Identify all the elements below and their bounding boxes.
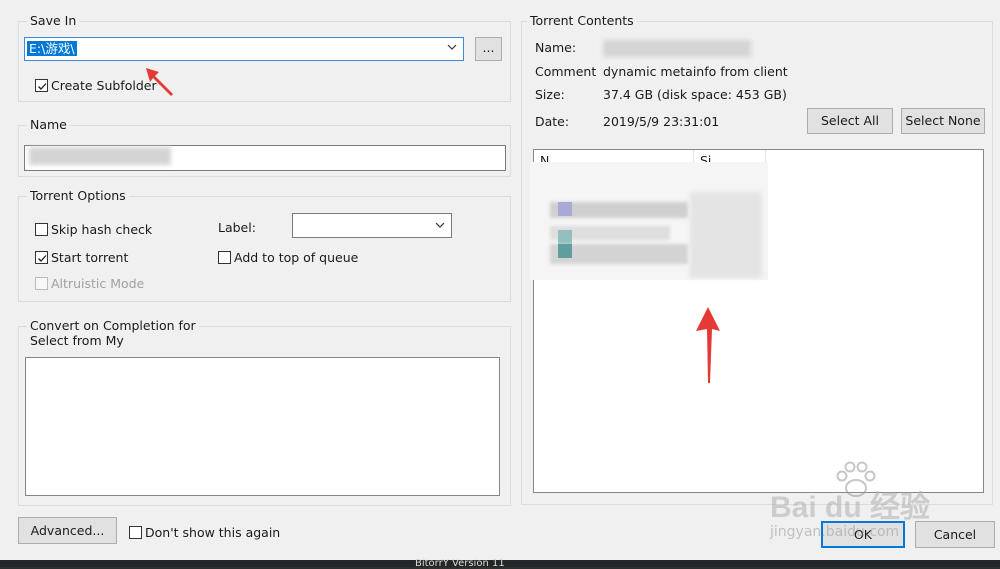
torrent-options-legend: Torrent Options xyxy=(27,189,129,203)
advanced-button[interactable]: Advanced... xyxy=(18,517,117,544)
file-type-icon xyxy=(558,202,572,216)
create-subfolder-checkbox[interactable]: Create Subfolder xyxy=(35,78,157,93)
file-type-icon xyxy=(558,230,572,244)
redacted-torrent-name xyxy=(603,40,751,57)
altruistic-mode-checkbox: Altruistic Mode xyxy=(35,276,144,291)
convert-legend-line2: Select from My xyxy=(27,334,127,348)
dont-show-again-label: Don't show this again xyxy=(145,525,281,540)
watermark: Bai du 经验 jingyan.baidu.com xyxy=(770,460,960,550)
checkbox-box xyxy=(35,277,48,290)
convert-device-list[interactable] xyxy=(25,357,500,496)
date-info-label: Date: xyxy=(535,114,570,129)
add-to-top-label: Add to top of queue xyxy=(234,250,359,265)
checkbox-box[interactable] xyxy=(35,79,48,92)
checkbox-box[interactable] xyxy=(129,526,142,539)
select-none-button[interactable]: Select None xyxy=(901,108,985,134)
comment-info-label: Comment xyxy=(535,64,597,79)
watermark-url: jingyan.baidu.com xyxy=(770,524,900,540)
name-legend: Name xyxy=(27,118,70,132)
save-path-text[interactable]: E:\游戏\ xyxy=(27,41,77,56)
size-info-value: 37.4 GB (disk space: 453 GB) xyxy=(603,87,787,102)
checkbox-box[interactable] xyxy=(35,223,48,236)
comment-info-value: dynamic metainfo from client xyxy=(603,64,788,79)
name-info-label: Name: xyxy=(535,40,577,55)
label-combobox[interactable] xyxy=(292,213,452,238)
convert-legend-line1: Convert on Completion for xyxy=(27,319,199,333)
add-to-top-checkbox[interactable]: Add to top of queue xyxy=(218,250,358,265)
date-info-value: 2019/5/9 23:31:01 xyxy=(603,114,720,129)
browse-button[interactable]: ... xyxy=(475,37,502,61)
chevron-down-icon[interactable] xyxy=(447,42,457,52)
save-in-legend: Save In xyxy=(27,14,80,28)
file-list[interactable]: N Si GB xyxy=(530,149,984,493)
label-caption: Label: xyxy=(218,220,256,235)
dont-show-again-checkbox[interactable]: Don't show this again xyxy=(129,525,280,540)
start-torrent-label: Start torrent xyxy=(51,250,129,265)
checkmark-icon xyxy=(38,83,47,90)
file-type-icon xyxy=(558,244,572,258)
create-subfolder-label: Create Subfolder xyxy=(51,78,157,93)
checkmark-icon xyxy=(38,255,47,262)
torrent-name-field[interactable] xyxy=(24,145,506,171)
size-info-label: Size: xyxy=(535,87,565,102)
checkbox-box[interactable] xyxy=(35,251,48,264)
torrent-contents-legend: Torrent Contents xyxy=(527,14,637,28)
select-all-button[interactable]: Select All xyxy=(807,108,893,134)
save-path-combobox[interactable]: E:\游戏\ xyxy=(24,37,464,61)
checkbox-box[interactable] xyxy=(218,251,231,264)
chevron-down-icon[interactable] xyxy=(435,220,445,230)
add-torrent-dialog: Save In E:\游戏\ ... Create Subfolder Name… xyxy=(0,0,1000,560)
watermark-brand: Bai du 经验 xyxy=(770,491,931,524)
skip-hash-label: Skip hash check xyxy=(51,222,153,237)
start-torrent-checkbox[interactable]: Start torrent xyxy=(35,250,128,265)
redacted-name xyxy=(29,147,171,165)
altruistic-mode-label: Altruistic Mode xyxy=(51,276,145,291)
redacted-file-rows xyxy=(530,162,768,280)
skip-hash-checkbox[interactable]: Skip hash check xyxy=(35,222,152,237)
